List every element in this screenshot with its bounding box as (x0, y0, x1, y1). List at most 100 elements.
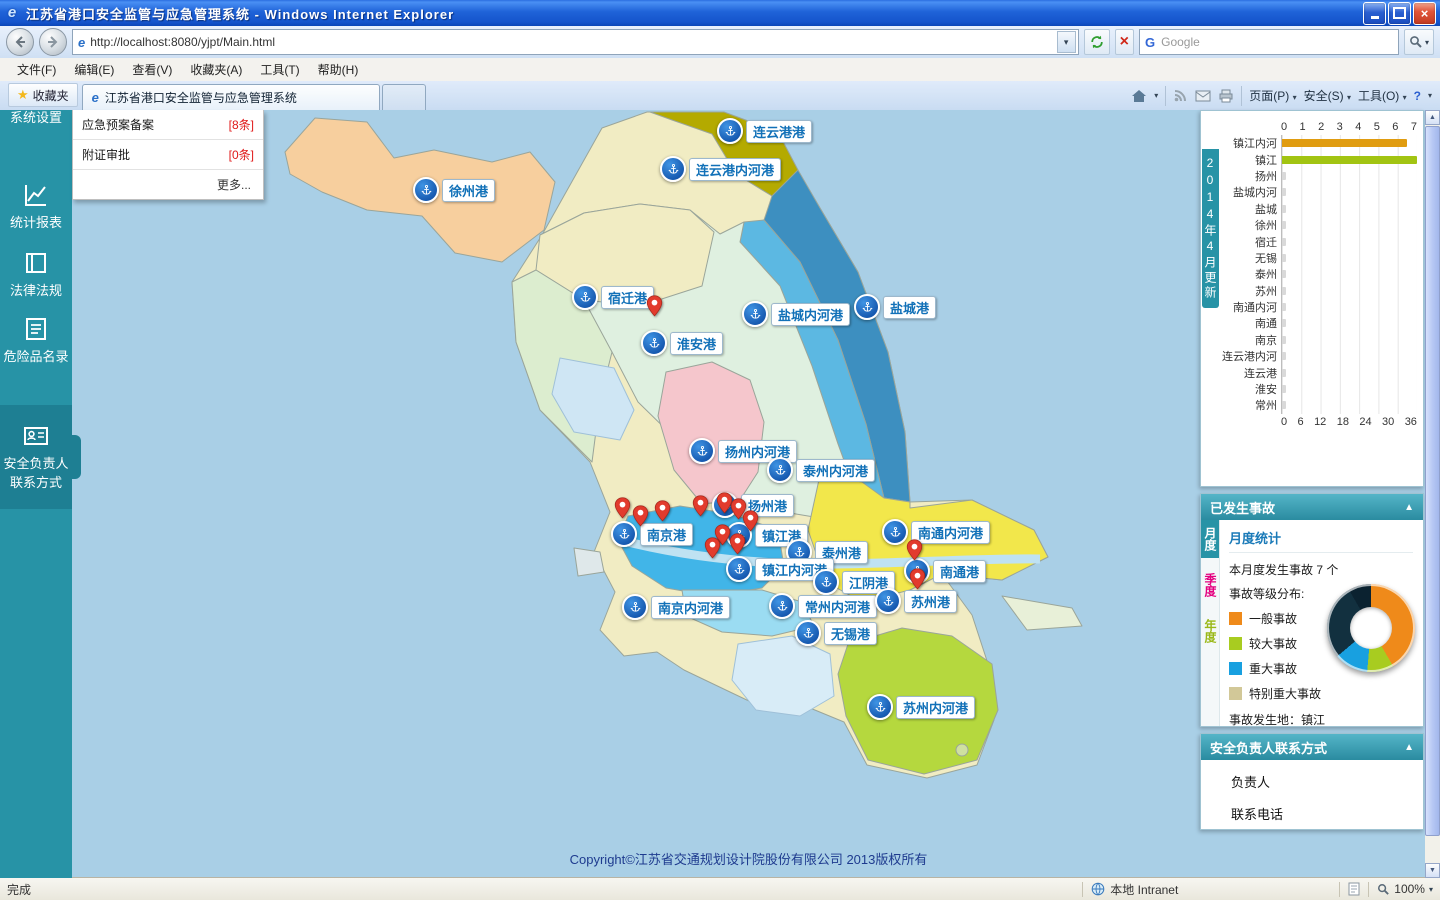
contact-panel-header[interactable]: 安全负责人联系方式 ▲ (1201, 734, 1423, 760)
back-button[interactable] (6, 28, 34, 56)
vertical-scrollbar[interactable]: ▲ ▼ (1425, 110, 1440, 878)
search-placeholder[interactable]: Google (1161, 35, 1393, 49)
browser-tab[interactable]: e 江苏省港口安全监管与应急管理系统 (81, 84, 380, 110)
tab-monthly[interactable]: 月度 (1201, 520, 1219, 558)
count-badge: [0条] (228, 148, 254, 162)
sidebar-item-contacts[interactable]: 安全负责人 联系方式 (0, 405, 81, 509)
accident-pin-icon[interactable] (632, 505, 649, 530)
menu-item[interactable]: 收藏夹(A) (181, 59, 251, 80)
collapse-icon[interactable]: ▲ (1404, 742, 1414, 753)
port-marker[interactable]: 泰州内河港 (767, 457, 876, 483)
rss-icon[interactable] (1173, 88, 1188, 103)
anchor-icon (689, 438, 715, 464)
zoom-magnifier-icon (1378, 883, 1390, 895)
accident-pin-icon[interactable] (654, 500, 671, 525)
close-button[interactable]: × (1413, 1, 1436, 25)
search-button[interactable]: ▾ (1403, 29, 1434, 55)
accident-pin-icon[interactable] (742, 510, 759, 535)
sidebar-item-dangerous-goods[interactable]: 危险品名录 (0, 316, 72, 365)
menu-item[interactable]: 文件(F) (8, 59, 65, 80)
mail-icon[interactable] (1195, 90, 1211, 102)
favorites-button[interactable]: ★ 收藏夹 (8, 83, 78, 107)
address-dropdown[interactable]: ▾ (1056, 31, 1076, 53)
forward-button[interactable] (39, 28, 67, 56)
minimize-button[interactable] (1363, 1, 1386, 25)
menu-item[interactable]: 编辑(E) (65, 59, 123, 80)
search-dropdown-icon: ▾ (1424, 37, 1429, 47)
menu-item[interactable]: 查看(V) (123, 59, 181, 80)
chart-track (1281, 167, 1417, 185)
stop-button[interactable]: × (1114, 29, 1134, 55)
tab-yearly[interactable]: 年度 (1201, 612, 1219, 650)
page-menu-button[interactable]: 页面(P) ▾ (1249, 87, 1296, 104)
port-marker[interactable]: 徐州港 (413, 177, 496, 203)
severity-donut-chart (1327, 584, 1415, 672)
refresh-button[interactable] (1083, 29, 1110, 55)
chart-category-label: 无锡 (1255, 252, 1277, 265)
quick-menu-more-link[interactable]: 更多... (73, 170, 263, 199)
scrollbar-thumb[interactable] (1425, 126, 1440, 836)
zoom-dropdown-icon[interactable]: ▾ (1429, 885, 1433, 894)
chart-category-label: 泰州 (1255, 269, 1277, 282)
new-tab-button[interactable] (381, 84, 426, 110)
chart-category-label: 盐城 (1255, 203, 1277, 216)
accident-pin-icon[interactable] (729, 533, 746, 558)
port-marker[interactable]: 连云港内河港 (660, 156, 782, 182)
home-icon[interactable] (1131, 88, 1147, 104)
tools-menu-button[interactable]: 工具(O) ▾ (1358, 87, 1407, 104)
port-marker[interactable]: 南通内河港 (882, 519, 991, 545)
axis-tick-label: 30 (1382, 415, 1395, 428)
safety-menu-button[interactable]: 安全(S) ▾ (1304, 87, 1351, 104)
scroll-down-button[interactable]: ▼ (1425, 863, 1440, 878)
port-marker[interactable]: 南京内河港 (622, 594, 731, 620)
accident-pin-icon[interactable] (692, 495, 709, 520)
home-dropdown-icon[interactable]: ▾ (1154, 91, 1158, 100)
google-icon: G (1144, 34, 1156, 50)
port-marker[interactable]: 南京港 (611, 521, 694, 547)
legend-swatch (1229, 637, 1242, 650)
port-marker[interactable]: 无锡港 (795, 620, 878, 646)
accident-pin-icon[interactable] (906, 539, 923, 564)
collapse-icon[interactable]: ▲ (1404, 502, 1414, 513)
port-marker[interactable]: 常州内河港 (769, 593, 878, 619)
accident-pin-icon[interactable] (614, 497, 631, 522)
port-marker[interactable]: 苏州内河港 (867, 694, 976, 720)
tab-quarterly[interactable]: 季度 (1201, 566, 1219, 604)
quick-menu-item-emergency-plans[interactable]: 应急预案备案 [8条] (73, 110, 263, 140)
maximize-button[interactable] (1388, 1, 1411, 25)
menu-item[interactable]: 工具(T) (251, 59, 308, 80)
search-box[interactable]: G Google (1138, 29, 1399, 55)
quick-menu-item-certificate-approval[interactable]: 附证审批 [0条] (73, 140, 263, 170)
sidebar-item-reports[interactable]: 统计报表 (0, 182, 72, 231)
chart-category-label: 苏州 (1255, 285, 1277, 298)
sidebar-item-system-settings[interactable]: 系统设置 (0, 109, 72, 126)
port-marker[interactable]: 连云港港 (717, 118, 813, 144)
port-marker[interactable]: 淮安港 (641, 330, 724, 356)
axis-tick-label: 4 (1355, 121, 1362, 133)
legend-item: 特别重大事故 (1229, 685, 1413, 702)
scroll-up-button[interactable]: ▲ (1425, 110, 1440, 125)
url-text[interactable]: http://localhost:8080/yjpt/Main.html (90, 35, 1051, 49)
accident-location: 事故发生地：镇江 (1229, 713, 1326, 727)
title-bar[interactable]: e 江苏省港口安全监管与应急管理系统 - Windows Internet Ex… (0, 0, 1440, 26)
accident-pin-icon[interactable] (704, 537, 721, 562)
sidebar-item-laws[interactable]: 法律法规 (0, 250, 72, 299)
security-zone[interactable]: 本地 Intranet (1091, 881, 1331, 898)
print-icon[interactable] (1218, 89, 1234, 103)
accident-pin-icon[interactable] (909, 568, 926, 593)
port-marker[interactable]: 宿迁港 (572, 284, 655, 310)
address-bar[interactable]: e http://localhost:8080/yjpt/Main.html ▾ (72, 29, 1079, 55)
accident-panel-header[interactable]: 已发生事故 ▲ (1201, 494, 1423, 520)
accident-pin-icon[interactable] (646, 295, 663, 320)
axis-tick-label: 7 (1410, 121, 1417, 133)
port-marker[interactable]: 盐城港 (854, 294, 937, 320)
port-marker[interactable]: 盐城内河港 (742, 301, 851, 327)
stop-icon: × (1119, 33, 1129, 50)
copyright-text: Copyright©江苏省交通规划设计院股份有限公司 2013版权所有 (569, 852, 928, 867)
help-button[interactable]: ? (1414, 89, 1421, 103)
help-dropdown-icon[interactable]: ▾ (1428, 91, 1432, 100)
axis-tick-label: 2 (1318, 121, 1325, 133)
zoom-control[interactable]: 100% ▾ (1377, 882, 1433, 896)
menu-item[interactable]: 帮助(H) (309, 59, 368, 80)
chart-bar (1282, 385, 1286, 394)
